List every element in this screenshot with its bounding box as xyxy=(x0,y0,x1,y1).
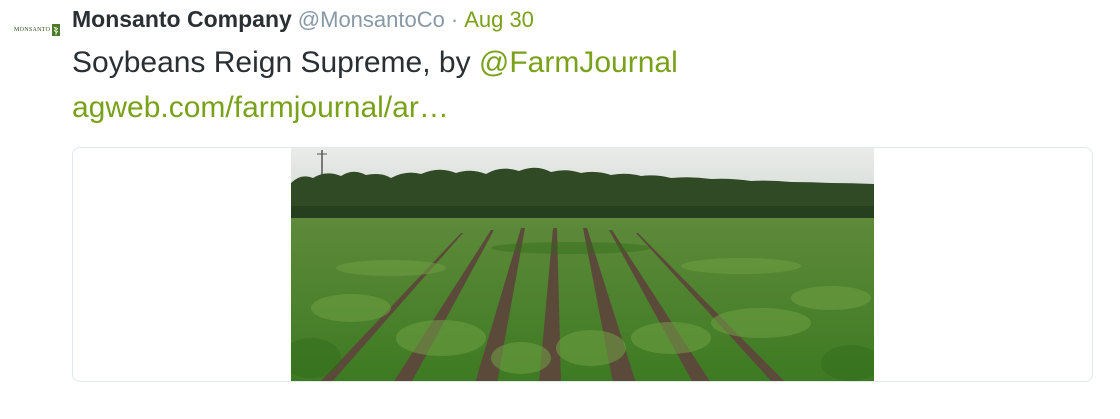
separator-dot: · xyxy=(450,7,459,32)
tweet-text: Soybeans Reign Supreme, by @FarmJournal xyxy=(72,45,678,81)
tweet-link-line: agweb.com/farmjournal/ar… xyxy=(72,90,449,126)
author-name[interactable]: Monsanto Company xyxy=(72,6,292,33)
tweet-header: Monsanto Company @MonsantoCo · Aug 30 xyxy=(72,6,534,36)
avatar[interactable]: MONSANTO xyxy=(14,20,64,40)
timestamp-link[interactable]: Aug 30 xyxy=(464,7,534,33)
mention-link[interactable]: @FarmJournal xyxy=(479,46,678,79)
media-card[interactable] xyxy=(72,147,1093,382)
soybean-field-photo[interactable] xyxy=(291,148,874,382)
monsanto-logo-icon xyxy=(52,24,61,36)
article-link[interactable]: agweb.com/farmjournal/ar… xyxy=(72,91,449,124)
avatar-logo-text: MONSANTO xyxy=(14,27,51,33)
tweet-text-body: Soybeans Reign Supreme, by xyxy=(72,46,479,79)
author-handle[interactable]: @MonsantoCo xyxy=(298,7,445,33)
